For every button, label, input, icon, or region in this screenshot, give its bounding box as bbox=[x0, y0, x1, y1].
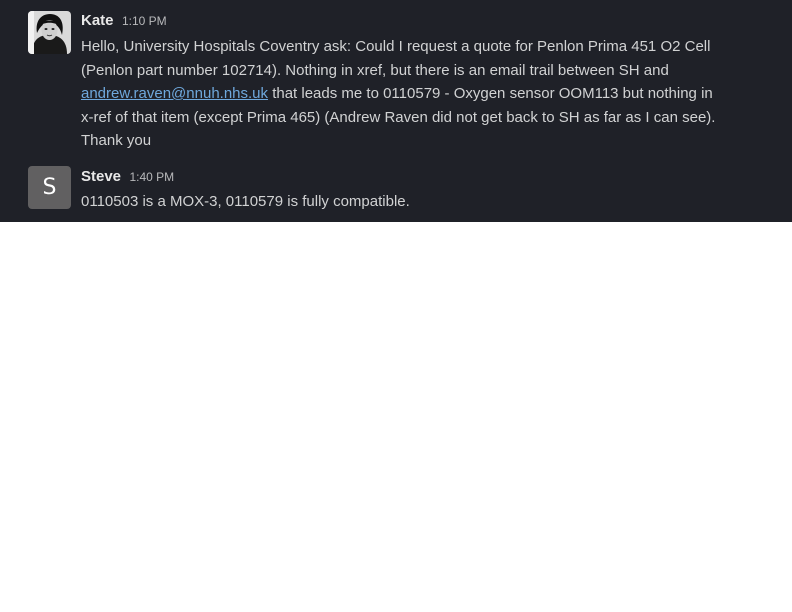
avatar-initial: S bbox=[42, 175, 57, 200]
message-line: Thank you bbox=[81, 132, 152, 149]
message-text: 0110503 is a MOX-3, 0110579 is fully com… bbox=[81, 193, 410, 210]
timestamp[interactable]: 1:40 PM bbox=[129, 170, 174, 184]
timestamp[interactable]: 1:10 PM bbox=[122, 14, 167, 28]
message-header: Kate 1:10 PM bbox=[81, 12, 167, 30]
profile-photo-icon bbox=[28, 11, 71, 54]
author-name[interactable]: Steve bbox=[81, 168, 121, 185]
author-name[interactable]: Kate bbox=[81, 12, 114, 29]
email-link[interactable]: andrew.raven@nnuh.nhs.uk bbox=[81, 85, 268, 102]
message-body: 0110503 is a MOX-3, 0110579 is fully com… bbox=[81, 190, 781, 214]
message-line: (Penlon part number 102714). Nothing in … bbox=[81, 61, 669, 79]
steve-avatar[interactable]: S bbox=[28, 166, 71, 209]
message-body: Hello, University Hospitals Coventry ask… bbox=[81, 35, 781, 153]
message-text: that leads me to 0110579 - Oxygen sensor… bbox=[268, 85, 713, 102]
message-line: andrew.raven@nnuh.nhs.uk that leads me t… bbox=[81, 82, 781, 106]
chat-pane: Kate 1:10 PM Hello, University Hospitals… bbox=[0, 0, 792, 222]
message-header: Steve 1:40 PM bbox=[81, 168, 174, 186]
message-line: Hello, University Hospitals Coventry ask… bbox=[81, 38, 711, 55]
kate-avatar[interactable] bbox=[28, 11, 71, 54]
message-line: x-ref of that item (except Prima 465) (A… bbox=[81, 108, 716, 126]
